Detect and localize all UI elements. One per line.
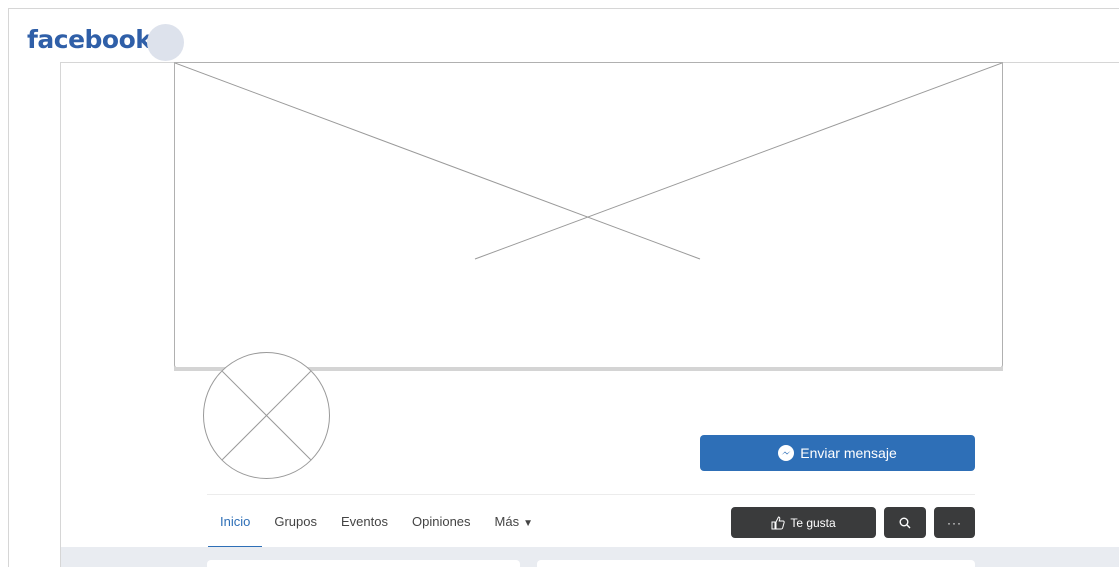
tab-eventos[interactable]: Eventos [329, 514, 400, 548]
image-placeholder-icon [175, 63, 1002, 260]
like-label: Te gusta [790, 515, 836, 530]
tab-mas-label: Más [494, 514, 520, 529]
tab-opiniones[interactable]: Opiniones [400, 514, 483, 548]
tab-inicio[interactable]: Inicio [208, 514, 263, 548]
send-message-label: Enviar mensaje [800, 445, 897, 461]
facebook-logo[interactable]: facebook [27, 25, 152, 54]
ellipsis-icon: ··· [947, 515, 962, 530]
tab-grupos[interactable]: Grupos [262, 514, 329, 548]
search-icon [899, 517, 911, 528]
send-message-button[interactable]: Enviar mensaje [700, 435, 975, 471]
thumbs-up-icon [771, 515, 786, 529]
cover-photo-placeholder [174, 62, 1003, 369]
profile-picture-placeholder[interactable] [203, 352, 330, 479]
messenger-icon [778, 445, 795, 461]
left-column-card [207, 560, 520, 570]
page-tabs: Inicio Grupos Eventos Opiniones Más ▼ [208, 514, 545, 548]
tab-mas[interactable]: Más ▼ [483, 514, 545, 548]
caret-down-icon: ▼ [523, 518, 533, 529]
more-options-button[interactable]: ··· [934, 507, 975, 538]
search-button[interactable] [884, 507, 926, 538]
nav-divider [207, 494, 975, 495]
image-placeholder-icon [221, 370, 312, 461]
user-avatar[interactable] [147, 24, 184, 61]
like-button[interactable]: Te gusta [731, 507, 876, 538]
right-column-card [537, 560, 975, 570]
